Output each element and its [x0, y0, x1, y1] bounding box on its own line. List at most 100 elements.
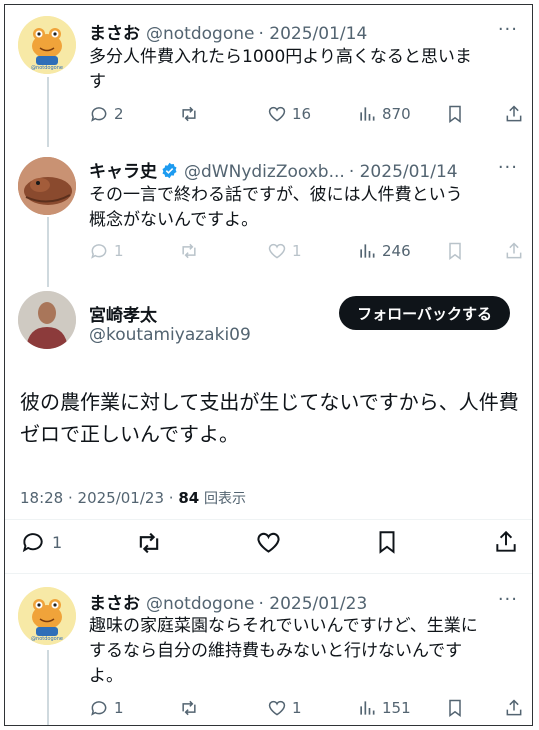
bookmark-button[interactable]: [445, 698, 465, 718]
divider: [5, 573, 532, 574]
author-name[interactable]: キャラ史: [89, 162, 157, 182]
author-handle[interactable]: @koutamiyazaki09: [89, 325, 251, 345]
author-handle[interactable]: @dWNydizZooxb...: [184, 162, 345, 182]
like-count: 1: [292, 242, 302, 260]
like-count: 16: [292, 105, 312, 123]
share-icon: [506, 699, 522, 716]
reply-button[interactable]: 1: [89, 698, 124, 718]
post-date[interactable]: · 2025/01/23: [258, 594, 367, 614]
view-count: 84: [178, 489, 200, 507]
frog-avatar-icon: @notdogone: [18, 587, 76, 645]
avatar[interactable]: @notdogone: [18, 587, 76, 645]
main-tweet-text: 彼の農作業に対して支出が生じてないですから、人件費ゼロで正しいんですよ。: [20, 390, 519, 446]
person-avatar-icon: [18, 291, 76, 349]
author-name[interactable]: まさお: [89, 594, 140, 614]
share-button[interactable]: [493, 529, 519, 555]
reply-count: 2: [114, 105, 124, 123]
tweet-thread: @notdogone まさお @notdogone · 2025/01/14 ···…: [4, 4, 533, 726]
tweet-meta: 18:28 · 2025/01/23 · 84 回表示: [20, 488, 246, 508]
share-icon: [506, 105, 522, 122]
post-timestamp[interactable]: 18:28 · 2025/01/23 ·: [20, 489, 174, 507]
share-button[interactable]: [504, 241, 524, 261]
retweet-button[interactable]: [135, 529, 163, 557]
bookmark-button[interactable]: [445, 104, 465, 124]
tweet-text: するなら自分の維持費もみないと行けないんです: [89, 641, 463, 661]
retweet-icon: [182, 106, 196, 122]
share-icon: [506, 242, 522, 259]
reply-count: 1: [52, 532, 63, 552]
more-options-icon[interactable]: ···: [498, 157, 518, 178]
bookmark-icon: [379, 531, 395, 554]
more-options-icon[interactable]: ···: [498, 19, 518, 40]
tweet-text: す: [89, 72, 106, 92]
like-button[interactable]: [255, 529, 282, 556]
reply-button[interactable]: 1: [89, 241, 124, 261]
views-button[interactable]: 870: [357, 104, 411, 124]
divider: [5, 519, 532, 520]
view-count: 151: [382, 699, 411, 717]
bookmark-icon: [449, 242, 461, 260]
thread-line: [47, 217, 49, 287]
view-label: 回表示: [203, 491, 246, 507]
views-button[interactable]: 151: [357, 698, 411, 718]
retweet-icon: [139, 532, 159, 554]
retweet-icon: [182, 700, 196, 716]
analytics-icon: [360, 701, 375, 715]
tweet-text: 趣味の家庭菜園ならそれでいいんですけど、生業に: [89, 616, 478, 636]
lizard-avatar-icon: [18, 157, 76, 215]
avatar[interactable]: [18, 291, 76, 349]
analytics-icon: [360, 107, 375, 121]
retweet-button[interactable]: [179, 104, 199, 124]
heart-icon: [257, 532, 280, 553]
reply-count: 1: [114, 699, 124, 717]
share-icon: [496, 530, 516, 552]
svg-text:@notdogone: @notdogone: [31, 65, 63, 71]
tweet-text: よ。: [89, 666, 123, 686]
reply-icon: [91, 701, 107, 716]
post-date[interactable]: · 2025/01/14: [258, 24, 367, 44]
like-count: 1: [292, 699, 302, 717]
author-name[interactable]: まさお: [89, 24, 140, 44]
like-button[interactable]: 16: [267, 104, 311, 124]
reply-button[interactable]: 1: [20, 529, 62, 555]
analytics-icon: [360, 244, 375, 258]
heart-icon: [268, 700, 286, 716]
author-handle[interactable]: @notdogone: [146, 24, 254, 44]
reply-icon: [22, 533, 43, 553]
frog-avatar-icon: @notdogone: [18, 16, 76, 74]
reply-icon: [91, 244, 107, 259]
retweet-button[interactable]: [179, 241, 199, 261]
avatar[interactable]: [18, 157, 76, 215]
view-count: 870: [382, 105, 411, 123]
thread-line: [47, 77, 49, 147]
retweet-button[interactable]: [179, 698, 199, 718]
view-count: 246: [382, 242, 411, 260]
author-name[interactable]: 宮崎孝太: [89, 306, 157, 326]
views-button[interactable]: 246: [357, 241, 411, 261]
like-button[interactable]: 1: [267, 241, 302, 261]
share-button[interactable]: [504, 104, 524, 124]
tweet-text: 概念がないんですよ。: [89, 210, 259, 230]
post-date[interactable]: · 2025/01/14: [349, 162, 458, 182]
reply-count: 1: [114, 242, 124, 260]
reply-icon: [91, 107, 107, 122]
bookmark-button[interactable]: [445, 241, 465, 261]
tweet-text: 多分人件費入れたら1000円より高くなると思いま: [89, 47, 472, 67]
verified-badge-icon: [162, 162, 177, 179]
bookmark-icon: [449, 105, 461, 123]
author-handle[interactable]: @notdogone: [146, 594, 254, 614]
svg-text:@notdogone: @notdogone: [31, 636, 63, 642]
more-options-icon[interactable]: ···: [498, 589, 518, 610]
retweet-icon: [182, 243, 196, 259]
follow-back-button[interactable]: フォローバックする: [339, 296, 510, 330]
bookmark-icon: [449, 699, 461, 717]
reply-button[interactable]: 2: [89, 104, 124, 124]
heart-icon: [268, 243, 286, 259]
share-button[interactable]: [504, 698, 524, 718]
like-button[interactable]: 1: [267, 698, 302, 718]
tweet-text: その一言で終わる話ですが、彼には人件費という: [89, 185, 463, 205]
bookmark-button[interactable]: [374, 529, 400, 555]
avatar[interactable]: @notdogone: [18, 16, 76, 74]
heart-icon: [268, 106, 286, 122]
thread-line: [47, 650, 49, 725]
